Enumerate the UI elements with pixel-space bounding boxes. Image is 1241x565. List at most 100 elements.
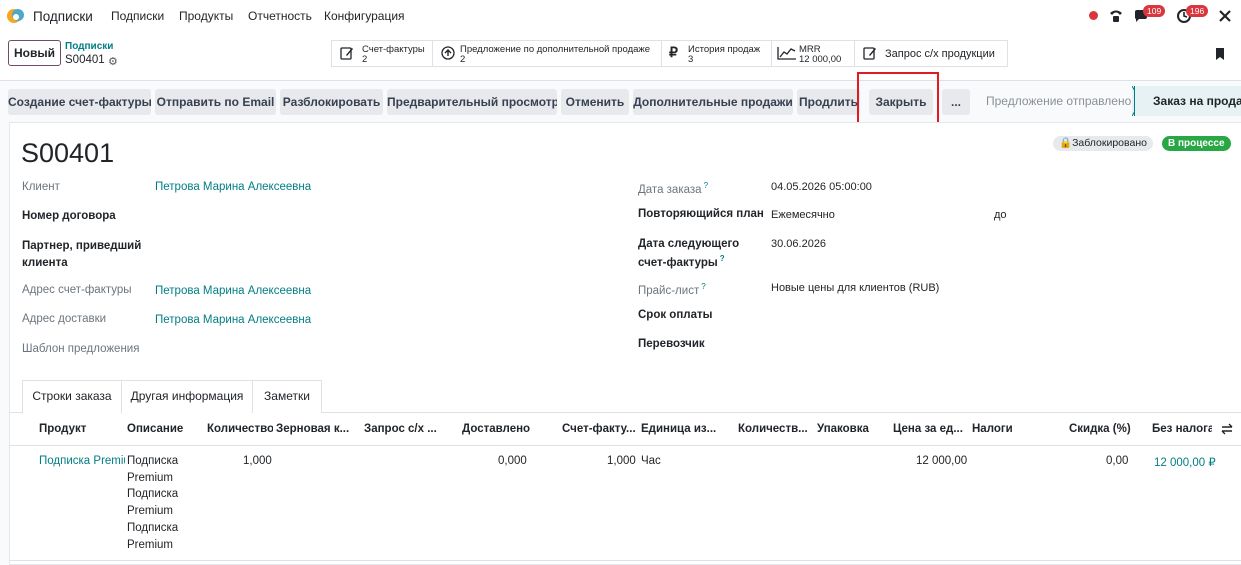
delivery-address-field[interactable]: Петрова Марина Алексеевна bbox=[155, 314, 311, 326]
tab-notes[interactable]: Заметки bbox=[253, 380, 322, 413]
upsell-title: Предложение по дополнительной продаже bbox=[460, 44, 651, 55]
top-navbar: Подписки Подписки Продукты Отчетность Ко… bbox=[0, 0, 1241, 32]
row-description-line: Подписка bbox=[127, 522, 179, 534]
smart-buttons: Счет-фактуры 2 Предложение по дополнител… bbox=[331, 40, 1008, 67]
contract-number-field[interactable] bbox=[155, 210, 455, 224]
send-email-button[interactable]: Отправить по Email bbox=[155, 89, 276, 115]
gear-icon[interactable]: ⚙ bbox=[108, 55, 118, 68]
invoices-count: 2 bbox=[362, 54, 368, 65]
contract-number-label: Номер договора bbox=[22, 210, 116, 222]
menu-subscriptions[interactable]: Подписки bbox=[111, 9, 164, 23]
col-uom[interactable]: Единица из... bbox=[641, 423, 725, 435]
app-name[interactable]: Подписки bbox=[33, 9, 93, 24]
control-panel: Новый Подписки S00401 ⚙ Счет-фактуры 2 П… bbox=[0, 32, 1241, 81]
menu-reporting[interactable]: Отчетность bbox=[248, 9, 312, 23]
next-invoice-label: Дата следующего bbox=[638, 238, 740, 250]
tab-other-info[interactable]: Другая информация bbox=[122, 380, 253, 413]
row-description-line: Подписка bbox=[127, 488, 179, 500]
record-name: S00401 bbox=[21, 138, 115, 168]
upsell-button[interactable]: Дополнительные продажи bbox=[633, 89, 793, 115]
col-grain[interactable]: Зерновая к... bbox=[276, 423, 360, 435]
phone-icon[interactable] bbox=[1108, 8, 1124, 24]
recurring-plan-field[interactable]: Ежемесячно bbox=[771, 209, 835, 221]
bookmark-icon[interactable] bbox=[1214, 47, 1226, 61]
col-packaging-qty[interactable]: Количеств... bbox=[738, 423, 810, 435]
referrer-field[interactable] bbox=[155, 240, 455, 254]
status-badge: В процессе bbox=[1162, 136, 1231, 151]
col-product[interactable]: Продукт bbox=[39, 423, 119, 435]
agri-request-title: Запрос с/х продукции bbox=[885, 48, 995, 60]
row-description-line: Premium bbox=[127, 472, 174, 484]
locked-label: Заблокировано bbox=[1072, 137, 1147, 149]
customer-label: Клиент bbox=[22, 181, 60, 193]
recurring-until-label: до bbox=[994, 209, 1007, 221]
col-subtotal[interactable]: Без налога. bbox=[1152, 423, 1212, 435]
upsell-count: 2 bbox=[460, 54, 466, 65]
col-delivered[interactable]: Доставлено bbox=[462, 423, 532, 435]
breadcrumb-parent[interactable]: Подписки bbox=[65, 41, 113, 52]
row-product[interactable]: Подписка Premium bbox=[39, 455, 125, 467]
unlock-button[interactable]: Разблокировать bbox=[280, 89, 383, 115]
order-date-label: Дата заказа? bbox=[638, 181, 709, 196]
more-actions-button[interactable]: ... bbox=[942, 89, 970, 115]
invoice-address-label: Адрес счет-фактуры bbox=[22, 284, 132, 296]
referrer-label-2: клиента bbox=[22, 257, 68, 269]
col-taxes[interactable]: Налоги bbox=[972, 423, 1032, 435]
order-date-field[interactable]: 04.05.2026 05:00:00 bbox=[771, 181, 872, 193]
col-invoiced[interactable]: Счет-факту... bbox=[562, 423, 638, 435]
col-unit-price[interactable]: Цена за ед... bbox=[893, 423, 965, 435]
tools-icon[interactable] bbox=[1217, 8, 1233, 24]
pencil-square-icon bbox=[340, 47, 353, 60]
sales-history-smart-button[interactable]: ₽ История продаж 3 bbox=[662, 41, 772, 66]
table-header-divider bbox=[9, 445, 1241, 446]
agri-request-smart-button[interactable]: Запрос с/х продукции bbox=[855, 41, 1007, 66]
row-uom: Час bbox=[641, 455, 661, 467]
invoices-title: Счет-фактуры bbox=[362, 44, 425, 55]
activities-count-badge: 196 bbox=[1186, 5, 1209, 17]
next-invoice-label-2: счет-фактуры? bbox=[638, 254, 725, 269]
stage-quotation-sent[interactable]: Предложение отправлено bbox=[986, 94, 1131, 108]
table-footer-divider bbox=[9, 560, 1241, 561]
pricelist-label: Прайс-лист? bbox=[638, 282, 706, 297]
col-description[interactable]: Описание bbox=[127, 423, 202, 435]
subscriptions-app-icon[interactable] bbox=[6, 7, 26, 25]
renew-button[interactable]: Продлить bbox=[797, 89, 860, 115]
customer-field[interactable]: Петрова Марина Алексеевна bbox=[155, 181, 311, 193]
col-packaging[interactable]: Упаковка bbox=[817, 423, 877, 435]
carrier-field[interactable] bbox=[771, 338, 1071, 352]
mrr-value: 12 000,00 bbox=[799, 54, 842, 65]
invoice-address-field[interactable]: Петрова Марина Алексеевна bbox=[155, 285, 311, 297]
pencil-square-icon bbox=[863, 47, 876, 60]
new-button[interactable]: Новый bbox=[8, 40, 61, 66]
payment-terms-label: Срок оплаты bbox=[638, 309, 713, 321]
menu-products[interactable]: Продукты bbox=[179, 9, 233, 23]
menu-configuration[interactable]: Конфигурация bbox=[324, 9, 405, 23]
stage-sales-order[interactable]: Заказ на продажу bbox=[1134, 86, 1241, 116]
recurring-plan-label: Повторяющийся план bbox=[638, 208, 764, 220]
highlight-box bbox=[857, 72, 939, 128]
col-quantity[interactable]: Количество bbox=[207, 423, 273, 435]
recording-dot-icon[interactable] bbox=[1089, 11, 1098, 20]
delivery-address-label: Адрес доставки bbox=[22, 313, 107, 325]
invoices-smart-button[interactable]: Счет-фактуры 2 bbox=[332, 41, 433, 66]
column-settings-icon[interactable] bbox=[1221, 423, 1233, 435]
col-discount[interactable]: Скидка (%) bbox=[1069, 423, 1131, 435]
ruble-icon: ₽ bbox=[669, 44, 678, 60]
row-description-line: Premium bbox=[127, 539, 174, 551]
pricelist-field[interactable]: Новые цены для клиентов (RUB) bbox=[771, 282, 939, 294]
create-invoice-button[interactable]: Создание счет-фактуры bbox=[8, 89, 151, 115]
row-subtotal: 12 000,00 ₽ bbox=[1154, 457, 1216, 469]
row-delivered: 0,000 bbox=[498, 455, 527, 467]
breadcrumb-current: S00401 bbox=[65, 54, 105, 66]
next-invoice-date-field[interactable]: 30.06.2026 bbox=[771, 238, 826, 250]
sales-history-count: 3 bbox=[688, 54, 694, 65]
upsell-smart-button[interactable]: Предложение по дополнительной продаже 2 bbox=[433, 41, 662, 66]
payment-terms-field[interactable] bbox=[771, 309, 1071, 323]
tab-order-lines[interactable]: Строки заказа bbox=[22, 380, 122, 414]
mrr-smart-button[interactable]: MRR 12 000,00 bbox=[772, 41, 855, 66]
cancel-button[interactable]: Отменить bbox=[561, 89, 629, 115]
col-agri-request[interactable]: Запрос с/х ... bbox=[364, 423, 444, 435]
row-unit-price: 12 000,00 bbox=[916, 455, 968, 467]
preview-button[interactable]: Предварительный просмотр bbox=[387, 89, 557, 115]
quote-template-field[interactable] bbox=[155, 343, 455, 357]
